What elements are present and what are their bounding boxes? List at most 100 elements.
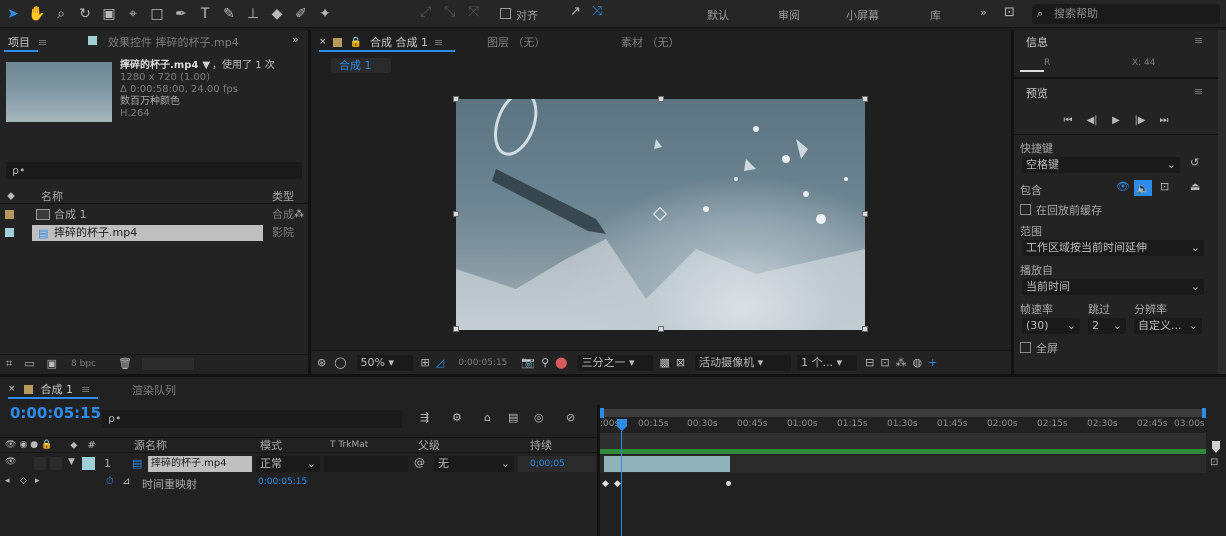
comp-mini-flowchart-icon[interactable]: ⇶ bbox=[420, 411, 429, 424]
col-source-name[interactable]: 源名称 bbox=[134, 437, 167, 453]
layer-row[interactable]: 👁 ▼ 1 ▤ 摔碎的杯子.mp4 正常 ⌄ @ 无 ⌄ 0;00;05 bbox=[0, 455, 597, 473]
layer-tab[interactable]: 图层 （无） bbox=[487, 34, 546, 50]
rotate-tool-icon[interactable]: ↻ bbox=[74, 3, 96, 25]
transform-handle[interactable] bbox=[862, 96, 868, 102]
puppet-pin-tool-icon[interactable]: ✦ bbox=[314, 3, 336, 25]
graph-icon[interactable]: ⊿ bbox=[122, 476, 130, 487]
solo-box[interactable] bbox=[34, 457, 46, 470]
resolution-dropdown[interactable]: 三分之一 ▾ bbox=[577, 354, 654, 371]
col-mode[interactable]: 模式 bbox=[260, 437, 282, 453]
col-duration[interactable]: 持续 bbox=[530, 437, 552, 453]
interpret-footage-icon[interactable]: ⌗ bbox=[6, 357, 12, 371]
render-queue-tab[interactable]: 渲染队列 bbox=[132, 382, 176, 398]
transform-handle[interactable] bbox=[453, 96, 459, 102]
channel-icon[interactable]: ⬤ bbox=[555, 356, 567, 369]
transform-handle[interactable] bbox=[862, 326, 868, 332]
footer-slider[interactable] bbox=[141, 357, 194, 370]
preview-panel-title[interactable]: 预览 bbox=[1026, 85, 1048, 101]
reset-icon[interactable]: ↺ bbox=[1190, 156, 1199, 169]
prev-keyframe-icon[interactable]: ◂ bbox=[5, 476, 10, 486]
project-tab[interactable]: 项目 ≡ bbox=[8, 34, 47, 50]
preview-panel-menu-icon[interactable]: ≡ bbox=[1194, 85, 1203, 98]
fullscreen-option[interactable]: 全屏 bbox=[1020, 340, 1058, 356]
toggle-pixel-aspect-icon[interactable]: ⊟ bbox=[865, 356, 874, 369]
include-overlays-icon[interactable]: ⊡ bbox=[1160, 180, 1169, 193]
work-area-start-handle[interactable] bbox=[600, 408, 604, 418]
col-trkmat[interactable]: T TrkMat bbox=[330, 440, 368, 450]
draft-3d-icon[interactable]: ⚙ bbox=[452, 411, 462, 424]
always-preview-icon[interactable]: ⊛ bbox=[317, 356, 326, 369]
fast-previews-icon[interactable]: ⊠ bbox=[676, 356, 685, 369]
info-panel-title[interactable]: 信息 bbox=[1026, 34, 1048, 50]
snapshot-icon[interactable]: 📷 bbox=[521, 356, 535, 369]
brush-tool-icon[interactable]: ✎ bbox=[218, 3, 240, 25]
shortcut-dropdown[interactable]: 空格键 ⌄ bbox=[1022, 157, 1180, 173]
col-name-header[interactable]: 名称 bbox=[41, 188, 63, 204]
transform-handle[interactable] bbox=[453, 211, 459, 217]
anchor-tool-icon[interactable]: ⌖ bbox=[122, 3, 144, 25]
audio-switch-icon[interactable]: ◉ bbox=[19, 440, 27, 450]
camera-tool-icon[interactable]: ▣ bbox=[98, 3, 120, 25]
close-tab-icon[interactable]: × bbox=[319, 37, 327, 47]
label-tag-icon[interactable]: ⬥ bbox=[5, 189, 17, 203]
layer-duration-bar[interactable] bbox=[604, 456, 730, 472]
graph-editor-icon[interactable]: ⊘ bbox=[566, 411, 575, 424]
next-keyframe-icon[interactable]: ▸ bbox=[35, 476, 40, 486]
time-ruler[interactable]: :00s 00:15s 00:30s 00:45s 01:00s 01:15s … bbox=[600, 419, 1206, 433]
shy-layers-icon[interactable]: ⌂ bbox=[484, 411, 491, 424]
workspace-small-screen[interactable]: 小屏幕 bbox=[846, 7, 879, 23]
keyframe-icon[interactable]: ◆ bbox=[602, 479, 609, 489]
col-type-header[interactable]: 类型 bbox=[272, 188, 294, 204]
cache-checkbox[interactable] bbox=[1020, 204, 1031, 215]
item-label-swatch[interactable] bbox=[5, 228, 14, 237]
workspace-review[interactable]: 审阅 bbox=[778, 7, 800, 23]
lock-box[interactable] bbox=[50, 457, 62, 470]
stopwatch-icon[interactable]: ⏱ bbox=[106, 476, 114, 487]
transform-handle[interactable] bbox=[453, 326, 459, 332]
lock-switch-icon[interactable]: 🔒 bbox=[41, 440, 52, 450]
show-snapshot-icon[interactable]: ⚲ bbox=[541, 356, 549, 369]
more-workspaces-icon[interactable]: » bbox=[980, 6, 987, 19]
safe-margins-icon[interactable]: ⊞ bbox=[421, 356, 430, 369]
new-folder-icon[interactable]: ▭ bbox=[24, 357, 34, 370]
track-matte-dropdown[interactable] bbox=[324, 456, 408, 472]
item-label-swatch[interactable] bbox=[5, 210, 14, 219]
parent-dropdown[interactable]: 无 ⌄ bbox=[434, 456, 514, 472]
flowchart-icon[interactable]: ⁂ bbox=[294, 206, 304, 224]
time-remap-row[interactable]: ◂ ◇ ▸ ⏱ ⊿ 时间重映射 0:00:05:15 bbox=[0, 475, 597, 491]
camera-dropdown[interactable]: 活动摄像机 ▾ bbox=[695, 354, 792, 371]
project-list-item[interactable]: 合成 1 合成 ⁂ bbox=[0, 206, 308, 224]
timeline-link-icon[interactable]: ⊡ bbox=[880, 356, 889, 369]
selection-tool-icon[interactable]: ➤ bbox=[2, 3, 24, 25]
previous-frame-icon[interactable]: ◀| bbox=[1082, 110, 1102, 130]
range-dropdown[interactable]: 工作区域按当前时间延伸 ⌄ bbox=[1022, 240, 1204, 256]
transform-handle[interactable] bbox=[658, 96, 664, 102]
footage-tab[interactable]: 素材 （无） bbox=[621, 34, 680, 50]
flowchart-view-icon[interactable]: ⁂ bbox=[896, 356, 907, 369]
video-switch-icon[interactable]: 👁 bbox=[5, 440, 16, 450]
frame-rate-dropdown[interactable]: (30) ⌄ bbox=[1022, 318, 1080, 334]
col-parent[interactable]: 父级 bbox=[418, 437, 440, 453]
selected-item-dropdown-icon[interactable]: ▼ bbox=[202, 60, 210, 72]
layer-expand-icon[interactable]: ▼ bbox=[68, 457, 75, 467]
last-frame-icon[interactable]: ⏭ bbox=[1154, 110, 1174, 130]
zoom-tool-icon[interactable]: ⌕ bbox=[50, 3, 72, 25]
layer-visibility-icon[interactable]: 👁 bbox=[5, 457, 16, 467]
bit-depth-label[interactable]: 8 bpc bbox=[71, 359, 96, 369]
zoom-slider-handle[interactable] bbox=[1212, 441, 1220, 453]
mask-visibility-icon[interactable]: ◯ bbox=[334, 356, 346, 369]
solo-switch-icon[interactable]: ● bbox=[30, 440, 38, 450]
pick-whip-icon[interactable]: @ bbox=[414, 456, 425, 469]
play-from-dropdown[interactable]: 当前时间 ⌄ bbox=[1022, 279, 1204, 295]
clone-stamp-tool-icon[interactable]: ⊥ bbox=[242, 3, 264, 25]
snap-checkbox[interactable] bbox=[500, 8, 511, 19]
viewer-timecode[interactable]: 0:00:05:15 bbox=[458, 358, 507, 368]
fullscreen-checkbox[interactable] bbox=[1020, 342, 1031, 353]
cache-before-playback-option[interactable]: 在回放前缓存 bbox=[1020, 202, 1102, 218]
transform-handle[interactable] bbox=[658, 326, 664, 332]
exposure-icon[interactable]: ◍ bbox=[913, 356, 923, 369]
reset-exposure-icon[interactable]: + bbox=[928, 356, 937, 369]
include-audio-icon[interactable]: 🔈 bbox=[1134, 180, 1152, 196]
layer-number-icon[interactable]: # bbox=[87, 440, 95, 451]
lock-icon[interactable]: 🔒 bbox=[350, 37, 362, 48]
